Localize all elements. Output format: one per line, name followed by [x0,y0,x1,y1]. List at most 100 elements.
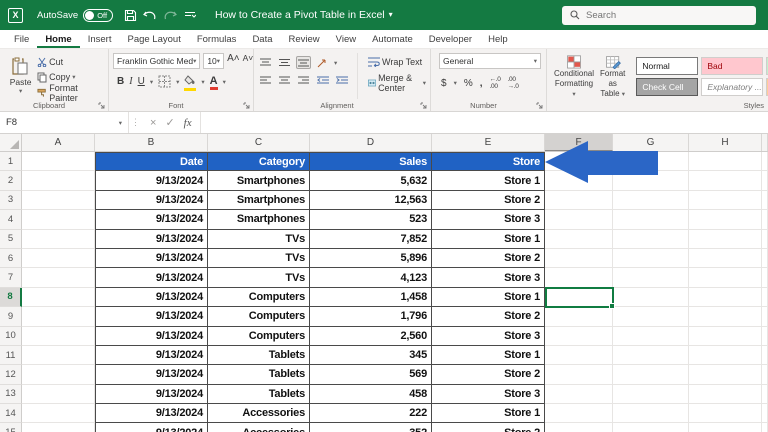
row-header-15[interactable]: 15 [0,423,22,432]
undo-icon[interactable] [141,6,159,24]
cell-D12[interactable]: 569 [310,365,432,385]
cell-partial10[interactable] [762,326,768,346]
document-title[interactable]: How to Create a Pivot Table in Excel ▾ [215,9,393,21]
redo-icon[interactable] [161,6,179,24]
tab-data[interactable]: Data [244,32,280,48]
cell-A4[interactable] [22,210,95,230]
cell-partial2[interactable] [762,171,768,191]
align-right-button[interactable] [296,74,311,87]
row-header-13[interactable]: 13 [0,384,22,405]
cell-F12[interactable] [545,365,613,385]
formula-bar-handle[interactable]: ⋮ [128,112,142,133]
insert-function-icon[interactable]: fx [184,117,192,129]
cell-E13[interactable]: Store 3 [432,384,545,405]
increase-font-size-button[interactable]: A˄ [227,53,240,69]
font-name-select[interactable]: Franklin Gothic Med ▾ [113,53,201,69]
cell-G15[interactable] [613,423,689,432]
cell-partial1[interactable] [762,152,768,172]
cell-H2[interactable] [689,171,762,191]
cell-style-bad[interactable]: Bad [701,57,764,75]
cell-partial15[interactable] [762,423,768,432]
row-header-11[interactable]: 11 [0,345,22,366]
cell-B4[interactable]: 9/13/2024 [95,210,208,230]
cell-partial4[interactable] [762,210,768,230]
paste-button[interactable]: Paste ▾ [4,53,37,99]
decrease-indent-button[interactable] [315,74,330,87]
increase-decimal-button[interactable]: ←.0.00 [490,76,501,90]
cell-B13[interactable]: 9/13/2024 [95,384,208,405]
cell-A1[interactable] [22,152,95,172]
row-header-10[interactable]: 10 [0,326,22,346]
cell-partial7[interactable] [762,268,768,288]
cell-A14[interactable] [22,404,95,424]
cell-H5[interactable] [689,229,762,249]
row-header-4[interactable]: 4 [0,210,22,230]
cell-D1[interactable]: Sales [310,152,432,172]
column-header-c[interactable]: C [208,134,310,151]
cell-B11[interactable]: 9/13/2024 [95,345,208,366]
cell-B5[interactable]: 9/13/2024 [95,229,208,249]
cell-G4[interactable] [613,210,689,230]
column-header-g[interactable]: G [613,134,689,151]
cell-B9[interactable]: 9/13/2024 [95,307,208,327]
cell-H3[interactable] [689,190,762,211]
excel-app-icon[interactable]: X [8,7,23,23]
cell-E14[interactable]: Store 1 [432,404,545,424]
row-header-1[interactable]: 1 [0,152,22,172]
cell-F15[interactable] [545,423,613,432]
cell-style-check-cell[interactable]: Check Cell [636,78,699,96]
search-input[interactable] [586,9,726,21]
font-size-select[interactable]: 10 ▾ [203,53,225,69]
format-as-table-button[interactable]: Format as Table ▾ [597,53,628,99]
cell-E9[interactable]: Store 2 [432,307,545,327]
cell-C8[interactable]: Computers [208,287,310,308]
cell-B12[interactable]: 9/13/2024 [95,365,208,385]
cell-H13[interactable] [689,384,762,405]
cell-G8[interactable] [613,287,689,308]
cell-B3[interactable]: 9/13/2024 [95,190,208,211]
cell-G9[interactable] [613,307,689,327]
currency-format-button[interactable]: $ [441,78,447,89]
cell-D3[interactable]: 12,563 [310,190,432,211]
cell-A10[interactable] [22,326,95,346]
cell-A2[interactable] [22,171,95,191]
cell-B7[interactable]: 9/13/2024 [95,268,208,288]
cell-partial13[interactable] [762,384,768,405]
percent-format-button[interactable]: % [464,78,473,89]
cell-D9[interactable]: 1,796 [310,307,432,327]
cell-E1[interactable]: Store [432,152,545,172]
tab-help[interactable]: Help [480,32,516,48]
cell-C11[interactable]: Tablets [208,345,310,366]
format-painter-button[interactable]: Format Painter [37,83,104,103]
search-box[interactable] [562,5,756,25]
cell-C15[interactable]: Accessories [208,423,310,432]
cell-D4[interactable]: 523 [310,210,432,230]
font-color-button[interactable]: A [209,76,218,90]
row-header-2[interactable]: 2 [0,171,22,191]
cell-F6[interactable] [545,248,613,269]
column-header-h[interactable]: H [689,134,762,151]
cell-A6[interactable] [22,248,95,269]
cell-C7[interactable]: TVs [208,268,310,288]
cell-H11[interactable] [689,345,762,366]
cell-G14[interactable] [613,404,689,424]
cell-H4[interactable] [689,210,762,230]
cell-G5[interactable] [613,229,689,249]
cell-B8[interactable]: 9/13/2024 [95,287,208,308]
cell-partial5[interactable] [762,229,768,249]
enter-icon[interactable]: ✓ [165,116,174,129]
tab-review[interactable]: Review [281,32,328,48]
cell-A5[interactable] [22,229,95,249]
column-header-d[interactable]: D [310,134,432,151]
align-middle-button[interactable] [277,56,292,69]
cell-A3[interactable] [22,190,95,211]
tab-view[interactable]: View [328,32,364,48]
cell-C6[interactable]: TVs [208,248,310,269]
cell-F10[interactable] [545,326,613,346]
cell-H14[interactable] [689,404,762,424]
cell-B2[interactable]: 9/13/2024 [95,171,208,191]
cell-C12[interactable]: Tablets [208,365,310,385]
cell-E5[interactable]: Store 1 [432,229,545,249]
row-header-9[interactable]: 9 [0,307,22,327]
cell-E6[interactable]: Store 2 [432,248,545,269]
